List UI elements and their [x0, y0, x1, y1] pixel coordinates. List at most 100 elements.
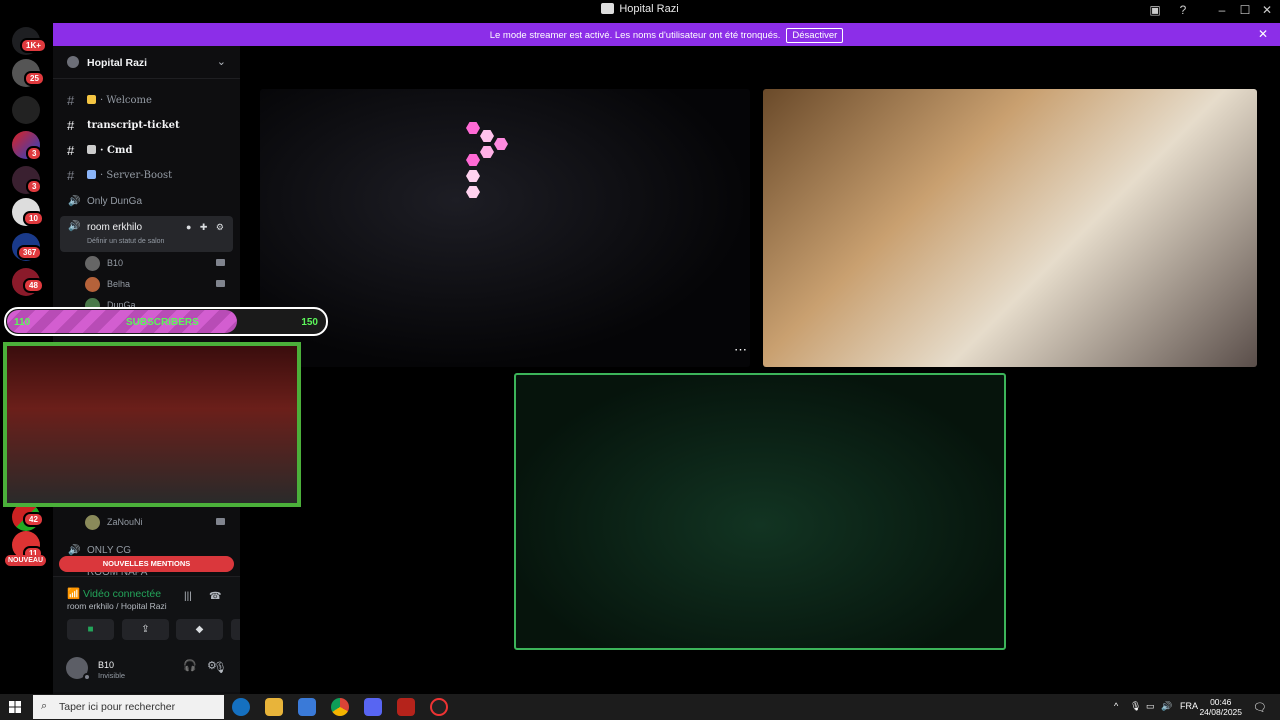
- settings-gear-icon[interactable]: ⚙: [207, 659, 217, 672]
- language-indicator[interactable]: FRA: [1180, 701, 1198, 711]
- video-icon: [216, 259, 225, 266]
- channel-label: · Server-Boost: [87, 170, 172, 181]
- hex-light: [466, 122, 480, 134]
- disconnect-icon[interactable]: ☎: [209, 591, 221, 602]
- mention-badge: 42: [23, 512, 44, 527]
- clock-time: 00:46: [1210, 697, 1232, 707]
- channel-server-boost[interactable]: # · Server-Boost: [60, 165, 233, 187]
- hex-light: [480, 146, 494, 158]
- channel-label: ONLY CG: [87, 545, 132, 556]
- voice-status[interactable]: 📶 Vidéo connectée: [67, 587, 161, 600]
- close-window-icon[interactable]: ✕: [1260, 3, 1274, 17]
- help-icon[interactable]: ?: [1176, 3, 1190, 17]
- disable-streamer-button[interactable]: Désactiver: [786, 28, 844, 43]
- channel-label: · Cmd: [87, 145, 133, 156]
- channel-welcome[interactable]: # · Welcome: [60, 90, 233, 112]
- file-explorer-icon[interactable]: [265, 698, 283, 716]
- server-icon[interactable]: [12, 96, 40, 124]
- screen-share-button[interactable]: ⇪: [122, 619, 169, 640]
- server-header[interactable]: Hopital Razi ⌄: [53, 46, 240, 79]
- chrome-icon[interactable]: [331, 698, 349, 716]
- tray-volume-icon[interactable]: 🔊: [1161, 701, 1172, 712]
- goal-label: SUBSCRIBERS: [126, 317, 199, 328]
- mention-badge: 1K+: [20, 38, 47, 53]
- streamer-mode-banner: Le mode streamer est activé. Les noms d'…: [53, 23, 1280, 46]
- signal-icon: 📶: [67, 588, 83, 600]
- taskbar-search[interactable]: ⌕ Taper ici pour rechercher: [33, 695, 224, 719]
- new-mentions-pill[interactable]: NOUVELLES MENTIONS: [59, 556, 234, 572]
- voice-channel-room-erkhilo[interactable]: 🔊 room erkhilo Définir un statut de salo…: [60, 216, 233, 252]
- channel-label-text: · Welcome: [100, 95, 152, 106]
- headphones-icon[interactable]: 🎧: [183, 659, 197, 672]
- mention-badge: 367: [17, 245, 43, 260]
- hash-icon: #: [67, 118, 75, 133]
- banner-text: Le mode streamer est activé. Les noms d'…: [489, 30, 781, 41]
- voice-member[interactable]: Belha: [83, 274, 233, 294]
- mention-badge: 25: [24, 71, 45, 86]
- search-placeholder: Taper ici pour rechercher: [59, 701, 176, 713]
- channel-cmd[interactable]: # · Cmd: [60, 140, 233, 162]
- store-icon[interactable]: [298, 698, 316, 716]
- goal-target: 150: [301, 317, 318, 328]
- avatar: [85, 515, 100, 530]
- edge-icon[interactable]: [232, 698, 250, 716]
- voice-location[interactable]: room erkhilo / Hopital Razi: [67, 601, 167, 611]
- inbox-icon[interactable]: ▣: [1148, 3, 1162, 17]
- notifications-icon[interactable]: 🗨: [1253, 701, 1267, 714]
- video-icon: [216, 518, 225, 525]
- new-unreads-pill[interactable]: NOUVEAU: [5, 555, 47, 566]
- maximize-icon[interactable]: ☐: [1238, 3, 1252, 17]
- discord-taskbar-icon[interactable]: [364, 698, 382, 716]
- video-tile-speaking[interactable]: [514, 373, 1006, 650]
- set-channel-status[interactable]: Définir un statut de salon: [87, 238, 164, 245]
- video-icon: [216, 280, 225, 287]
- camera-button[interactable]: ■: [67, 619, 114, 640]
- member-name: Belha: [107, 279, 131, 289]
- clock-date: 24/08/2025: [1199, 707, 1242, 717]
- wave-emoji-icon: [87, 95, 96, 104]
- app-icon: [601, 3, 615, 14]
- voice-member[interactable]: ZaNouNi: [83, 512, 233, 532]
- channel-actions[interactable]: ● ✚ ⚙: [186, 222, 227, 233]
- avatar: [85, 277, 100, 292]
- voice-channel-only-dunga[interactable]: 🔊 Only DunGa: [60, 191, 233, 213]
- video-stage: ⋯: [240, 46, 1280, 694]
- channel-transcript-ticket[interactable]: # transcript-ticket: [60, 115, 233, 137]
- discord-window: Hopital Razi ▣ ? – ☐ ✕ Le mode streamer …: [0, 0, 1280, 694]
- subscriber-goal-fill: [7, 310, 237, 333]
- hex-light: [466, 154, 480, 166]
- channel-label: transcript-ticket: [87, 120, 180, 131]
- status-indicator: [83, 673, 91, 681]
- windows-taskbar: ⌕ Taper ici pour rechercher ^ 🎙 ▭ 🔊 FRA …: [0, 694, 1280, 720]
- chevron-down-icon[interactable]: ⌄: [217, 55, 226, 68]
- hash-icon: #: [67, 143, 75, 158]
- activity-button[interactable]: ◆: [176, 619, 223, 640]
- banner-close-icon[interactable]: ✕: [1258, 27, 1268, 41]
- hash-icon: #: [67, 168, 75, 183]
- minimize-icon[interactable]: –: [1215, 3, 1229, 17]
- windows-start-icon[interactable]: [9, 701, 21, 713]
- subscriber-goal-bar: 110 SUBSCRIBERS 150: [4, 307, 328, 336]
- hash-icon: #: [67, 93, 75, 108]
- tray-network-icon[interactable]: ▭: [1146, 701, 1155, 712]
- window-title: Hopital Razi: [0, 3, 1280, 15]
- voice-member[interactable]: B10: [83, 253, 233, 273]
- shield-emoji-icon: [87, 145, 96, 154]
- mention-badge: 3: [26, 179, 43, 194]
- speaker-icon: 🔊: [68, 221, 81, 232]
- video-tile-participant[interactable]: [763, 89, 1257, 367]
- user-name[interactable]: B10: [98, 660, 114, 670]
- obs-icon[interactable]: [430, 698, 448, 716]
- tray-mic-icon[interactable]: 🎙: [1130, 701, 1141, 712]
- video-tile-stream[interactable]: [260, 89, 750, 367]
- more-options-icon[interactable]: ⋯: [734, 342, 747, 358]
- system-clock[interactable]: 00:46 24/08/2025: [1199, 697, 1242, 717]
- window-title-text: Hopital Razi: [619, 3, 679, 15]
- voice-connection-panel: 📶 Vidéo connectée room erkhilo / Hopital…: [53, 576, 278, 692]
- speaker-icon: 🔊: [68, 545, 81, 556]
- noise-suppression-icon[interactable]: |||: [184, 591, 192, 602]
- channel-label-text: · Server-Boost: [100, 170, 173, 181]
- voice-status-text: Vidéo connectée: [83, 588, 162, 600]
- app-taskbar-icon[interactable]: [397, 698, 415, 716]
- tray-expand-icon[interactable]: ^: [1114, 701, 1118, 711]
